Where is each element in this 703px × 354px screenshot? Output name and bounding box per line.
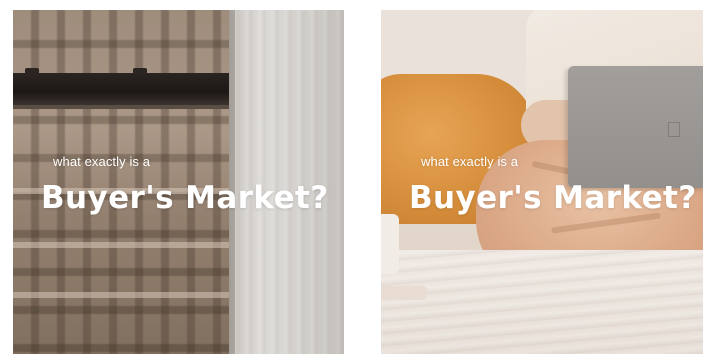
building-ledge [13, 242, 231, 248]
book [381, 286, 427, 300]
apple-logo-icon:  [663, 118, 685, 142]
mug [381, 214, 399, 274]
bed-blanket [381, 250, 703, 354]
window-frame [13, 73, 231, 105]
card-title: Buyer's Market? [409, 180, 697, 216]
post-card-window[interactable]: what exactly is a Buyer's Market? [13, 10, 344, 354]
post-card-laptop[interactable]:  what exactly is a Buyer's Market? [381, 10, 703, 354]
card-subtitle: what exactly is a [53, 154, 151, 169]
building-ledge [13, 292, 231, 298]
card-title: Buyer's Market? [41, 180, 329, 216]
card-subtitle: what exactly is a [421, 154, 519, 169]
window-sill [13, 105, 231, 109]
